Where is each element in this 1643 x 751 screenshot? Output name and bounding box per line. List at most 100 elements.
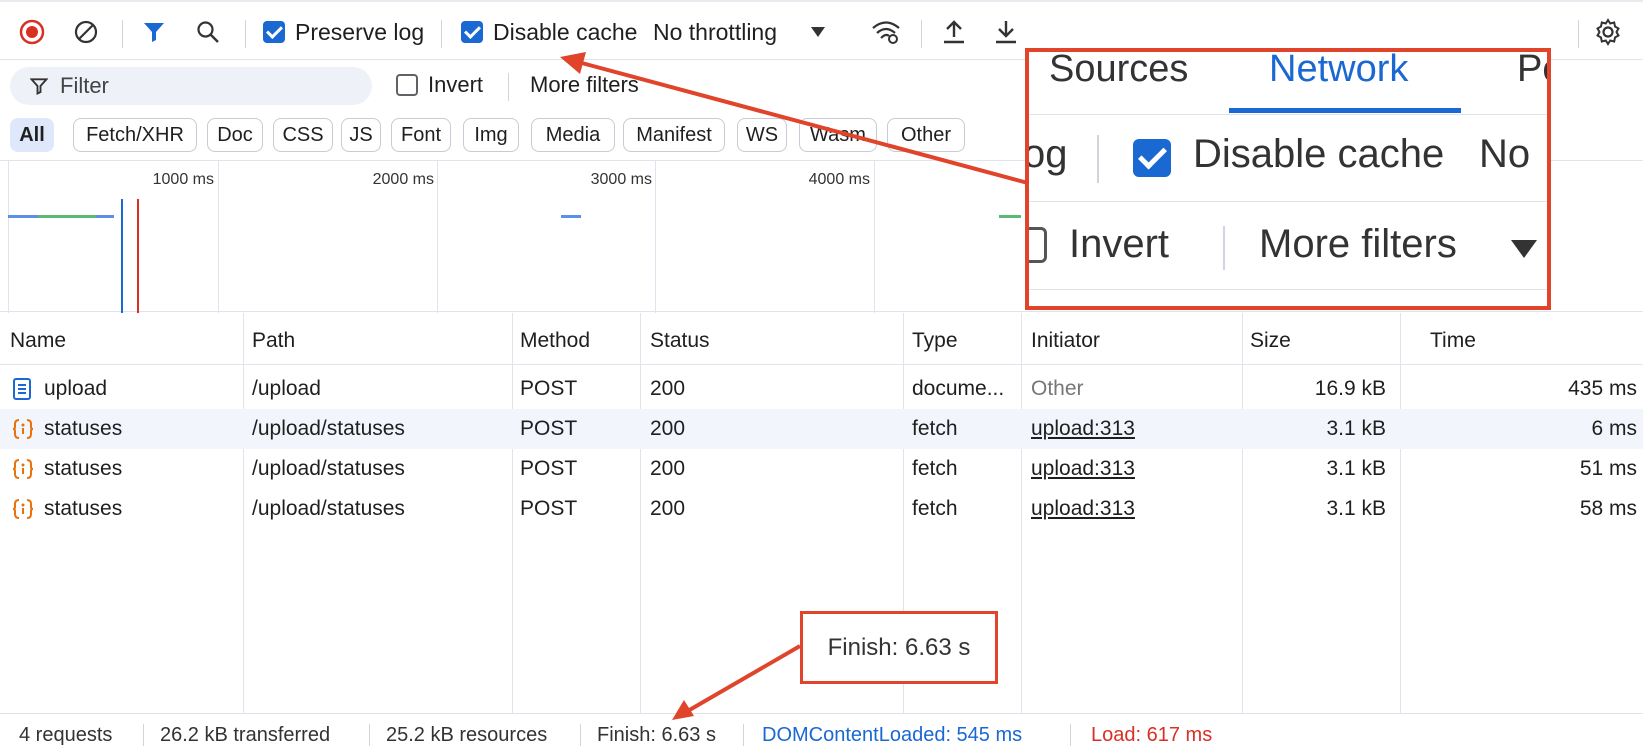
summary-divider [369, 724, 370, 746]
invert-label: Invert [428, 72, 484, 97]
request-size: 16.9 kB [1314, 377, 1386, 400]
type-filter-all[interactable]: All [10, 118, 54, 152]
search-button[interactable] [192, 16, 224, 48]
zoomed-disable-cache-check [1133, 139, 1171, 177]
load-marker [137, 199, 139, 313]
table-row[interactable]: upload /upload POST 200 docume... Other … [0, 369, 1643, 409]
column-header-size[interactable]: Size [1250, 329, 1291, 353]
column-header-path[interactable]: Path [252, 329, 295, 353]
zoomed-disable-cache-label: Disable cache [1193, 132, 1445, 176]
timeline-request-bar [96, 215, 114, 218]
request-name: upload [44, 377, 108, 400]
preserve-log-label: Preserve log [295, 18, 425, 45]
wifi-settings-icon [872, 21, 900, 44]
request-name: statuses [44, 417, 123, 440]
column-header-method[interactable]: Method [520, 329, 590, 353]
type-filter-js[interactable]: JS [341, 118, 381, 152]
type-filter-img[interactable]: Img [463, 118, 519, 152]
timeline-gridline [8, 161, 9, 313]
timeline-gridline [218, 161, 219, 313]
request-status: 200 [650, 377, 686, 400]
table-row[interactable]: statuses /upload/statuses POST 200 fetch… [0, 409, 1643, 449]
network-settings-button[interactable] [1592, 16, 1624, 48]
toolbar-divider [122, 20, 123, 48]
request-initiator-link[interactable]: upload:313 [1031, 417, 1135, 441]
network-conditions-button[interactable] [870, 16, 902, 48]
column-header-type[interactable]: Type [912, 329, 958, 353]
toolbar-divider [441, 20, 442, 48]
request-method: POST [520, 377, 578, 400]
request-size: 3.1 kB [1326, 497, 1386, 520]
request-time: 51 ms [1579, 457, 1637, 480]
type-filter-font[interactable]: Font [391, 118, 451, 152]
type-filter-wasm[interactable]: Wasm [799, 118, 877, 152]
request-initiator: Other [1031, 377, 1084, 400]
type-filter-ws[interactable]: WS [737, 118, 787, 152]
clear-button[interactable] [70, 16, 102, 48]
import-har-button[interactable] [938, 16, 970, 48]
preserve-log-check[interactable] [263, 21, 285, 43]
column-header-initiator[interactable]: Initiator [1031, 329, 1100, 353]
summary-divider [143, 724, 144, 746]
zoomed-dropdown-triangle-icon [1511, 240, 1537, 258]
dropdown-triangle-icon [811, 27, 826, 37]
summary-divider [1070, 724, 1071, 746]
table-row[interactable]: statuses /upload/statuses POST 200 fetch… [0, 489, 1643, 529]
export-har-button[interactable] [990, 16, 1022, 48]
column-header-status[interactable]: Status [650, 329, 710, 353]
finish-time: Finish: 6.63 s [597, 724, 716, 746]
filter-divider [508, 73, 509, 101]
request-time: 435 ms [1568, 377, 1637, 400]
record-button[interactable] [16, 16, 48, 48]
request-path: /upload/statuses [252, 457, 405, 480]
toolbar-divider [921, 20, 922, 48]
column-header-time[interactable]: Time [1430, 329, 1476, 353]
invert-checkbox[interactable]: Invert [396, 69, 483, 101]
type-filter-css[interactable]: CSS [273, 118, 333, 152]
request-time: 58 ms [1579, 497, 1637, 520]
toolbar-divider [245, 20, 246, 48]
invert-check[interactable] [396, 74, 418, 96]
more-filters-dropdown[interactable]: More filters [530, 69, 639, 101]
search-icon [197, 21, 219, 43]
stop-recording-icon [19, 19, 45, 45]
disable-cache-checkbox[interactable]: Disable cache [461, 16, 637, 48]
request-status: 200 [650, 497, 686, 520]
filter-placeholder: Filter [60, 73, 109, 98]
domcontentloaded-time: DOMContentLoaded: 545 ms [762, 724, 1023, 746]
zoomed-tab-sources: Sources [1049, 48, 1189, 90]
zoomed-invert-label: Invert [1069, 222, 1170, 266]
type-filter-fetch-xhr[interactable]: Fetch/XHR [73, 118, 197, 152]
request-initiator-link[interactable]: upload:313 [1031, 497, 1135, 521]
request-type: docume... [912, 377, 1005, 400]
request-type: fetch [912, 417, 958, 440]
filter-input[interactable]: Filter [10, 67, 372, 105]
timeline-request-bar [561, 215, 581, 218]
request-status: 200 [650, 417, 686, 440]
type-filter-other[interactable]: Other [887, 118, 965, 152]
type-filter-media[interactable]: Media [531, 118, 615, 152]
network-summary-bar: 4 requests 26.2 kB transferred 25.2 kB r… [0, 713, 1643, 751]
request-initiator-link[interactable]: upload:313 [1031, 457, 1135, 481]
zoomed-active-tab-indicator [1229, 108, 1461, 113]
zoomed-log-partial: og [1025, 132, 1068, 176]
request-path: /upload/statuses [252, 497, 405, 520]
type-filter-manifest[interactable]: Manifest [623, 118, 725, 152]
zoomed-tab-partial: Pe [1517, 48, 1547, 90]
toolbar-divider [1578, 20, 1579, 48]
request-method: POST [520, 497, 578, 520]
preserve-log-checkbox[interactable]: Preserve log [263, 16, 424, 48]
table-row[interactable]: statuses /upload/statuses POST 200 fetch… [0, 449, 1643, 489]
filter-toggle-button[interactable] [138, 16, 170, 48]
fetch-icon [12, 458, 34, 480]
zoomed-invert-check [1029, 227, 1047, 263]
zoomed-more-filters-label: More filters [1259, 222, 1457, 266]
column-header-name[interactable]: Name [10, 329, 66, 353]
more-filters-label: More filters [530, 72, 639, 97]
type-filter-doc[interactable]: Doc [207, 118, 263, 152]
request-type: fetch [912, 457, 958, 480]
disable-cache-check[interactable] [461, 21, 483, 43]
document-icon [12, 378, 32, 400]
throttling-select[interactable]: No throttling [653, 16, 826, 48]
timeline-gridline [437, 161, 438, 313]
